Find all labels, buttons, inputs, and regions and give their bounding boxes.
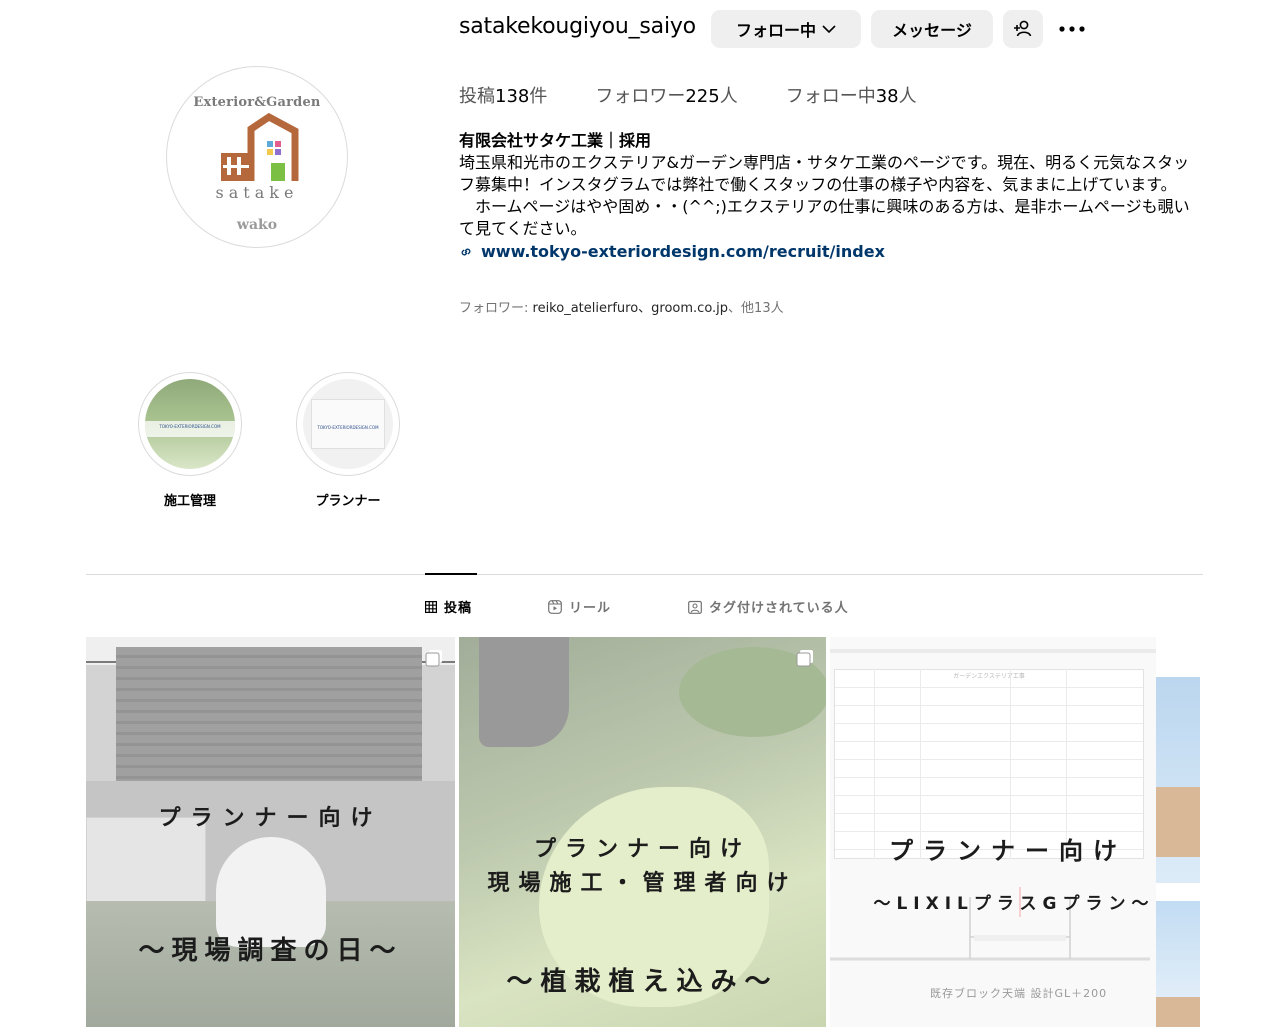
highlight-thumbnail: TOKYO-EXTERIORDESIGN.COM: [145, 379, 235, 469]
more-horizontal-icon: [1059, 26, 1085, 32]
profile-tabs: 投稿 リール タグ付けされている人: [0, 597, 1280, 617]
bio-display-name: 有限会社サタケ工業｜採用: [459, 131, 652, 150]
post-caption-line3: ～植栽植え込み～: [506, 967, 779, 997]
post-tile[interactable]: プランナー向け ～現場調査の日～: [86, 637, 455, 1027]
post-caption-line1: プランナー向け: [533, 837, 751, 862]
followed-by[interactable]: フォロワー: reiko_atelierfuro、groom.co.jp、他13…: [459, 297, 784, 316]
chevron-down-icon: [822, 25, 836, 34]
avatar-logo: Exterior&Garden satake wako: [171, 71, 343, 243]
carousel-icon: [796, 650, 813, 667]
profile-username: satakekougiyou_saiyo: [459, 14, 696, 39]
tabs-divider: [86, 574, 1203, 575]
posts-count: 投稿138件: [459, 86, 548, 107]
post-caption-line1: プランナー向け: [158, 806, 383, 831]
highlight-ring: TOKYO-EXTERIORDESIGN.COM: [138, 372, 242, 476]
suggested-users-button[interactable]: [1003, 10, 1043, 48]
highlight-item[interactable]: TOKYO-EXTERIORDESIGN.COM 施工管理: [130, 372, 250, 509]
profile-bio: 有限会社サタケ工業｜採用 埼玉県和光市のエクステリア&ガーデン専門店・サタケ工業…: [459, 130, 1204, 263]
post-tile[interactable]: プランナー向け 現場施工・管理者向け ～植栽植え込み～: [459, 637, 826, 1027]
following-count[interactable]: フォロー中38人: [786, 82, 917, 108]
highlight-label: プランナー: [315, 494, 381, 509]
tab-reels[interactable]: リール: [548, 597, 611, 616]
more-options-button[interactable]: [1058, 17, 1086, 41]
logo-location-text: wako: [236, 217, 278, 233]
bio-link-text: www.tokyo-exteriordesign.com/recruit/ind…: [481, 242, 885, 261]
followers-count[interactable]: フォロワー225人: [595, 82, 737, 108]
carousel-icon: [425, 650, 442, 667]
bio-website-link[interactable]: www.tokyo-exteriordesign.com/recruit/ind…: [459, 241, 1204, 263]
profile-stats: 投稿138件 フォロワー225人 フォロー中38人: [459, 82, 965, 108]
post-caption-line2: ～LIXILプラスGプラン～: [873, 894, 1155, 914]
following-button-label: フォロー中: [735, 21, 816, 40]
house-logo-icon: [221, 113, 299, 181]
grid-icon: [425, 600, 437, 613]
profile-avatar[interactable]: Exterior&Garden satake wako: [166, 66, 348, 248]
highlight-ring: TOKYO-EXTERIORDESIGN.COM: [296, 372, 400, 476]
post-caption-line2: ～現場調査の日～: [138, 936, 403, 966]
tab-tagged[interactable]: タグ付けされている人: [688, 597, 849, 616]
logo-wordmark: satake: [215, 183, 299, 202]
post-caption-line2: 現場施工・管理者向け: [487, 871, 798, 896]
plan-caption: 既存ブロック天端 設計GL＋200: [930, 987, 1108, 1000]
active-tab-indicator: [425, 573, 477, 575]
tab-posts[interactable]: 投稿: [425, 597, 472, 616]
highlight-label: 施工管理: [163, 494, 216, 509]
reels-icon: [548, 599, 562, 614]
post-caption-line1: プランナー向け: [889, 837, 1127, 865]
link-icon: [461, 248, 471, 256]
logo-top-text: Exterior&Garden: [193, 95, 321, 110]
message-button[interactable]: メッセージ: [871, 10, 993, 48]
bio-text: 埼玉県和光市のエクステリア&ガーデン専門店・サタケ工業のページです。現在、明るく…: [459, 153, 1190, 238]
highlight-thumbnail: TOKYO-EXTERIORDESIGN.COM: [303, 379, 393, 469]
post-tile[interactable]: ガーデンエクステリア工事 プランナー向け ～LIXILプラスGプラン～ 既存ブロ…: [830, 637, 1198, 1027]
post-tile[interactable]: [1156, 637, 1200, 1027]
following-button[interactable]: フォロー中: [711, 10, 861, 48]
person-add-icon: [1014, 20, 1032, 37]
tagged-icon: [688, 600, 702, 614]
highlight-item[interactable]: TOKYO-EXTERIORDESIGN.COM プランナー: [288, 372, 408, 509]
